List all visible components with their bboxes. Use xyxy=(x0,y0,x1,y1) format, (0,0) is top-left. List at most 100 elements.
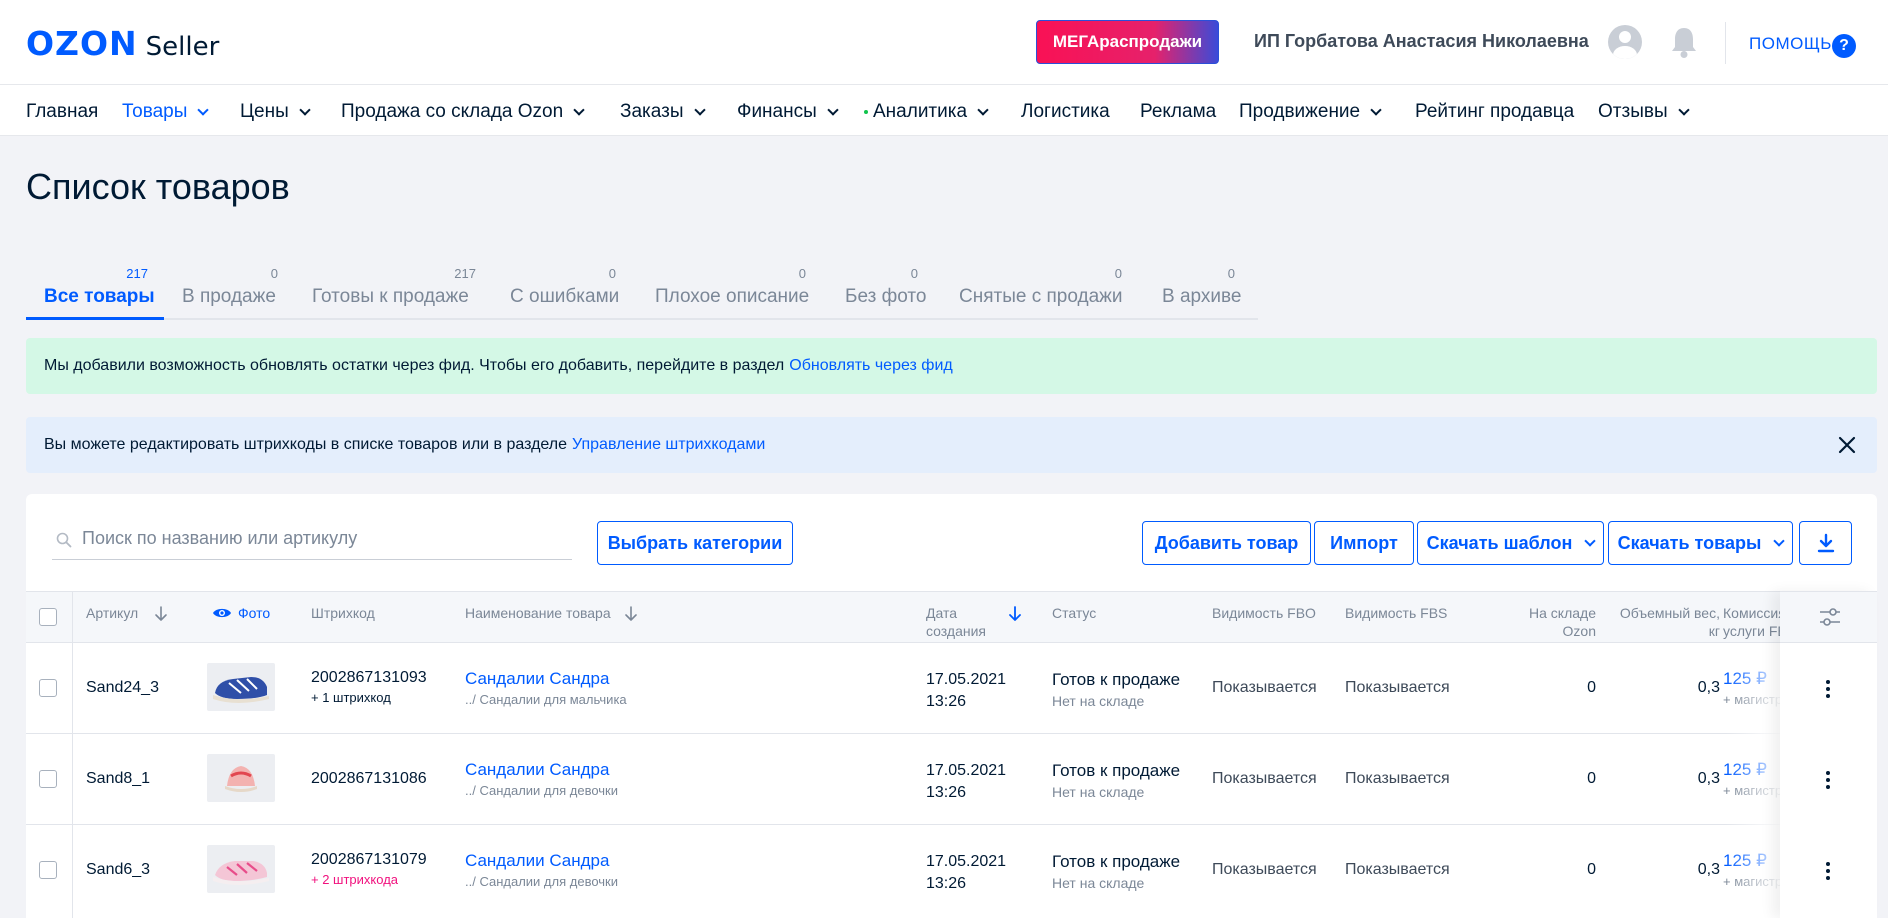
product-status: Готов к продаже Нет на складе xyxy=(1052,670,1181,709)
update-via-feed-link[interactable]: Обновлять через фид xyxy=(789,357,952,375)
row-checkbox[interactable] xyxy=(39,770,57,788)
nav-finance[interactable]: Финансы xyxy=(737,101,839,123)
tab-label: Без фото xyxy=(845,286,927,307)
download-button[interactable] xyxy=(1799,521,1852,565)
product-name-link[interactable]: Сандалии Сандра xyxy=(465,669,627,689)
search-input[interactable] xyxy=(82,528,562,549)
chevron-down-icon xyxy=(1584,534,1596,547)
column-photo[interactable]: Фото xyxy=(212,604,270,622)
commission-link[interactable]: 125 ₽ xyxy=(1723,760,1780,780)
ozon-seller-logo[interactable]: OZON Seller xyxy=(26,24,219,63)
product-status: Готов к продаже Нет на складе xyxy=(1052,852,1181,891)
barcode-management-link[interactable]: Управление штрихкодами xyxy=(572,436,765,454)
download-products-button[interactable]: Скачать товары xyxy=(1608,521,1793,565)
commission-link[interactable]: 125 ₽ xyxy=(1723,669,1780,689)
select-all-checkbox[interactable] xyxy=(39,608,57,626)
nav-orders[interactable]: Заказы xyxy=(620,101,706,123)
banner-text: Вы можете редактировать штрихкоды в спис… xyxy=(44,436,568,453)
logo-brand: OZON xyxy=(26,24,138,63)
nav-seller-rating[interactable]: Рейтинг продавца xyxy=(1415,101,1574,123)
page-title: Список товаров xyxy=(26,166,290,207)
tab-label: Готовы к продаже xyxy=(312,286,469,307)
product-photo[interactable] xyxy=(207,845,275,893)
close-icon[interactable] xyxy=(1837,435,1857,455)
column-settings-icon[interactable] xyxy=(1819,607,1841,627)
tab-bad-description[interactable]: 0 Плохое описание xyxy=(655,266,809,320)
fbo-visibility: Показывается xyxy=(1212,770,1317,787)
download-template-button[interactable]: Скачать шаблон xyxy=(1417,521,1604,565)
seller-name[interactable]: ИП Горбатова Анастасия Николаевна xyxy=(1254,31,1589,52)
main-nav: Главная Товары Цены Продажа со склада Oz… xyxy=(0,84,1888,136)
avatar[interactable] xyxy=(1608,25,1642,59)
nav-products[interactable]: Товары xyxy=(122,101,210,123)
nav-prices[interactable]: Цены xyxy=(240,101,311,123)
import-button[interactable]: Импорт xyxy=(1314,521,1414,565)
tab-archive[interactable]: 0 В архиве xyxy=(1162,266,1241,320)
tab-no-photo[interactable]: 0 Без фото xyxy=(845,266,926,320)
choose-categories-button[interactable]: Выбрать категории xyxy=(597,521,793,565)
more-actions-icon[interactable] xyxy=(1826,771,1830,792)
bell-icon[interactable] xyxy=(1668,25,1700,59)
tab-label: В продаже xyxy=(182,286,276,307)
product-name-link[interactable]: Сандалии Сандра xyxy=(465,760,618,780)
nav-logistics[interactable]: Логистика xyxy=(1021,101,1110,123)
chevron-down-icon xyxy=(1677,103,1690,116)
sort-arrow-active-icon[interactable] xyxy=(1008,606,1022,622)
more-actions-icon[interactable] xyxy=(1826,680,1830,701)
tab-ready-for-sale[interactable]: 217 Готовы к продаже xyxy=(312,266,476,320)
column-ozon-stock: На складе Ozon xyxy=(1529,605,1596,639)
active-tab-indicator xyxy=(26,317,164,320)
tab-count: 217 xyxy=(454,266,476,281)
row-checkbox[interactable] xyxy=(39,861,57,879)
tab-removed-from-sale[interactable]: 0 Снятые с продажи xyxy=(959,266,1122,320)
nav-home[interactable]: Главная xyxy=(26,101,98,123)
column-name[interactable]: Наименование товара xyxy=(465,604,611,622)
commission: 125 ₽ + магистраль xyxy=(1723,760,1780,798)
nav-ozon-warehouse-sales[interactable]: Продажа со склада Ozon xyxy=(341,101,585,123)
product-photo[interactable] xyxy=(207,754,275,802)
volume-weight: 0,3 xyxy=(1697,861,1720,878)
product-sku: Sand24_3 xyxy=(86,679,159,696)
volume-weight: 0,3 xyxy=(1697,679,1720,696)
sort-arrow-icon[interactable] xyxy=(154,606,168,622)
banner-text: Мы добавили возможность обновлять остатк… xyxy=(44,357,785,374)
tab-count: 0 xyxy=(608,266,616,281)
add-product-button[interactable]: Добавить товар xyxy=(1142,521,1311,565)
tab-with-errors[interactable]: 0 С ошибками xyxy=(510,266,619,320)
product-sku: Sand8_1 xyxy=(86,770,151,787)
help-icon[interactable]: ? xyxy=(1832,34,1856,58)
product-category: ../ Сандалии для девочки xyxy=(465,783,618,798)
commission-link[interactable]: 125 ₽ xyxy=(1723,851,1780,871)
volume-weight: 0,3 xyxy=(1697,770,1720,787)
product-barcode: 2002867131086 xyxy=(311,770,427,787)
fbs-visibility: Показывается xyxy=(1345,679,1450,696)
actions-column-header xyxy=(1780,591,1877,643)
nav-promotion[interactable]: Продвижение xyxy=(1239,101,1382,123)
column-sku[interactable]: Артикул xyxy=(86,604,138,622)
table-row[interactable]: Sand24_3 2002867131093 + 1 штрихкод Санд… xyxy=(26,643,1877,734)
product-category: ../ Сандалии для мальчика xyxy=(465,692,627,707)
more-actions-icon[interactable] xyxy=(1826,862,1830,883)
ozon-stock: 0 xyxy=(1587,679,1596,696)
tab-count: 0 xyxy=(1227,266,1235,281)
table-row[interactable]: Sand6_3 2002867131079 + 2 штрихкода Санд… xyxy=(26,825,1877,916)
extra-barcodes: + 2 штрихкода xyxy=(311,872,399,887)
nav-analytics[interactable]: Аналитика xyxy=(864,101,989,123)
sort-arrow-icon[interactable] xyxy=(624,606,638,622)
tab-on-sale[interactable]: 0 В продаже xyxy=(182,266,278,320)
product-photo[interactable] xyxy=(207,663,275,711)
tab-label: Снятые с продажи xyxy=(959,286,1123,307)
tab-all-products[interactable]: 217 Все товары xyxy=(44,266,155,320)
column-volume-weight: Объемный вес, кг xyxy=(1619,605,1720,639)
fbs-visibility: Показывается xyxy=(1345,770,1450,787)
product-name-link[interactable]: Сандалии Сандра xyxy=(465,851,618,871)
nav-ads[interactable]: Реклама xyxy=(1140,101,1216,123)
nav-reviews[interactable]: Отзывы xyxy=(1598,101,1690,123)
help-link[interactable]: ПОМОЩЬ xyxy=(1749,34,1832,54)
search-field xyxy=(52,522,572,560)
column-created-date[interactable]: Дата создания xyxy=(926,604,986,640)
column-fbo-visibility: Видимость FBO xyxy=(1212,605,1316,621)
row-checkbox[interactable] xyxy=(39,679,57,697)
mega-sale-button[interactable]: МЕГАраспродажи xyxy=(1036,20,1219,64)
table-row[interactable]: Sand8_1 2002867131086 Сандалии Сандра ..… xyxy=(26,734,1877,825)
